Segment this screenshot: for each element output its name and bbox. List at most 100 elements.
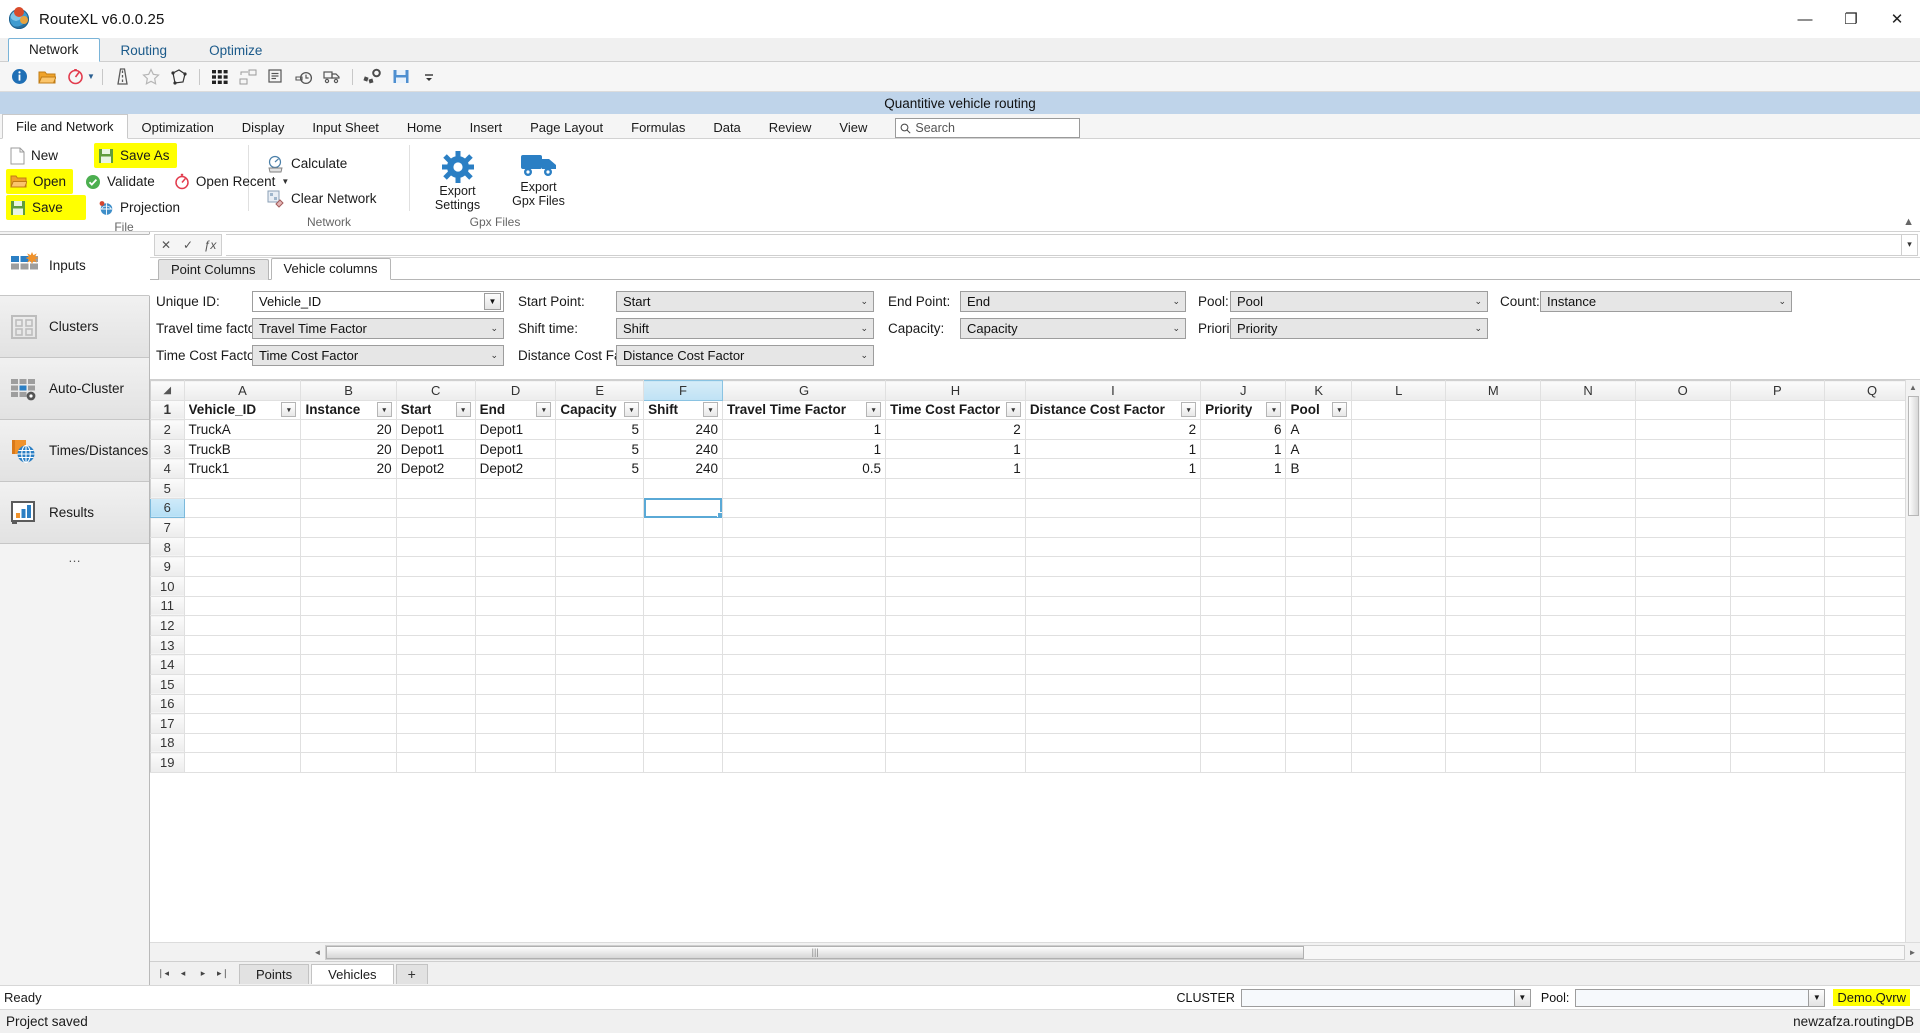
chevron-down-icon[interactable]: ⌄ bbox=[1172, 323, 1183, 334]
cell-P17[interactable] bbox=[1730, 713, 1826, 734]
cell-D1[interactable]: End ▾ bbox=[475, 400, 557, 421]
cell-M15[interactable] bbox=[1445, 674, 1542, 695]
next-sheet-icon[interactable]: ▸ bbox=[193, 968, 213, 979]
cell-N5[interactable] bbox=[1540, 478, 1636, 499]
cell-B2[interactable]: 20 bbox=[300, 419, 397, 440]
column-header-f[interactable]: F bbox=[643, 380, 723, 401]
cell-P2[interactable] bbox=[1730, 419, 1826, 440]
sidebar-item-results[interactable]: Results bbox=[0, 482, 149, 544]
cell-D5[interactable] bbox=[475, 478, 557, 499]
cell-D16[interactable] bbox=[475, 694, 557, 715]
cell-J10[interactable] bbox=[1200, 576, 1287, 597]
cell-O8[interactable] bbox=[1635, 537, 1731, 558]
cell-K16[interactable] bbox=[1285, 694, 1352, 715]
row-header-3[interactable]: 3 bbox=[150, 438, 185, 460]
cell-K5[interactable] bbox=[1285, 478, 1352, 499]
cell-B19[interactable] bbox=[300, 752, 397, 773]
cell-O19[interactable] bbox=[1635, 752, 1731, 773]
cell-C10[interactable] bbox=[396, 576, 476, 597]
main-tab-network[interactable]: Network bbox=[8, 38, 100, 62]
cell-A1[interactable]: Vehicle_ID ▾ bbox=[184, 400, 302, 421]
tab-point-columns[interactable]: Point Columns bbox=[158, 259, 269, 280]
road-icon[interactable] bbox=[110, 65, 136, 89]
chevron-down-icon[interactable]: ⌄ bbox=[1172, 296, 1183, 307]
cell-B4[interactable]: 20 bbox=[300, 458, 397, 479]
table-row[interactable]: 18 bbox=[150, 732, 1920, 754]
table-row[interactable]: 16 bbox=[150, 693, 1920, 715]
cell-M10[interactable] bbox=[1445, 576, 1542, 597]
cell-P8[interactable] bbox=[1730, 537, 1826, 558]
cell-M6[interactable] bbox=[1445, 498, 1542, 519]
cell-D14[interactable] bbox=[475, 654, 557, 675]
cell-O11[interactable] bbox=[1635, 596, 1731, 617]
cell-G13[interactable] bbox=[722, 635, 887, 656]
cell-L12[interactable] bbox=[1351, 615, 1447, 636]
cell-N12[interactable] bbox=[1540, 615, 1636, 636]
cell-G17[interactable] bbox=[722, 713, 887, 734]
cell-O6[interactable] bbox=[1635, 498, 1731, 519]
cell-D2[interactable]: Depot1 bbox=[475, 419, 557, 440]
cell-E11[interactable] bbox=[555, 596, 645, 617]
cell-G15[interactable] bbox=[722, 674, 887, 695]
unique-id-select[interactable]: Vehicle_ID ▼ bbox=[252, 291, 504, 312]
ribbon-tab-input-sheet[interactable]: Input Sheet bbox=[298, 115, 393, 139]
cell-I9[interactable] bbox=[1025, 556, 1202, 577]
cell-P19[interactable] bbox=[1730, 752, 1826, 773]
cell-O10[interactable] bbox=[1635, 576, 1731, 597]
table-row[interactable]: 11 bbox=[150, 595, 1920, 617]
cell-L1[interactable] bbox=[1351, 400, 1447, 421]
row-header-13[interactable]: 13 bbox=[150, 634, 185, 656]
cell-M4[interactable] bbox=[1445, 458, 1542, 479]
cell-I14[interactable] bbox=[1025, 654, 1202, 675]
cell-C16[interactable] bbox=[396, 694, 476, 715]
row-header-14[interactable]: 14 bbox=[150, 654, 185, 675]
cell-A18[interactable] bbox=[184, 733, 302, 754]
cell-B14[interactable] bbox=[300, 654, 397, 675]
row-header-11[interactable]: 11 bbox=[150, 595, 185, 617]
cell-F18[interactable] bbox=[643, 733, 723, 754]
cell-O12[interactable] bbox=[1635, 615, 1731, 636]
chevron-down-icon[interactable]: ⌄ bbox=[490, 323, 501, 334]
cell-J11[interactable] bbox=[1200, 596, 1287, 617]
row-header-8[interactable]: 8 bbox=[150, 536, 185, 558]
cell-B13[interactable] bbox=[300, 635, 397, 656]
filter-dropdown-icon[interactable]: ▾ bbox=[376, 402, 392, 418]
cell-D11[interactable] bbox=[475, 596, 557, 617]
formula-input[interactable] bbox=[226, 233, 1902, 256]
sidebar-item-times-distances[interactable]: Times/Distances bbox=[0, 420, 149, 482]
cell-J2[interactable]: 6 bbox=[1200, 419, 1287, 440]
new-button[interactable]: New bbox=[6, 143, 86, 168]
cell-I5[interactable] bbox=[1025, 478, 1202, 499]
prev-sheet-icon[interactable]: ◂ bbox=[173, 968, 193, 979]
cell-E6[interactable] bbox=[555, 498, 645, 519]
cell-P13[interactable] bbox=[1730, 635, 1826, 656]
cell-G14[interactable] bbox=[722, 654, 887, 675]
cell-C5[interactable] bbox=[396, 478, 476, 499]
cell-A10[interactable] bbox=[184, 576, 302, 597]
cell-A5[interactable] bbox=[184, 478, 302, 499]
cell-H5[interactable] bbox=[885, 478, 1026, 499]
cell-E10[interactable] bbox=[555, 576, 645, 597]
cell-J8[interactable] bbox=[1200, 537, 1287, 558]
cell-H2[interactable]: 2 bbox=[885, 419, 1026, 440]
cell-E5[interactable] bbox=[555, 478, 645, 499]
select-all-corner[interactable]: ◢ bbox=[150, 380, 185, 401]
save-floppy-icon[interactable] bbox=[388, 65, 414, 89]
cell-K2[interactable]: A bbox=[1285, 419, 1352, 440]
row-header-19[interactable]: 19 bbox=[150, 752, 185, 773]
cell-D3[interactable]: Depot1 bbox=[475, 439, 557, 460]
formula-cancel-icon[interactable]: ✕ bbox=[155, 235, 177, 255]
travel-time-factor-select[interactable]: Travel Time Factor ⌄ bbox=[252, 318, 504, 339]
cell-G4[interactable]: 0.5 bbox=[722, 458, 887, 479]
table-row[interactable]: 1 Vehicle_ID ▾ Instance ▾ Start ▾ End ▾ Capacity ▾… bbox=[150, 399, 1920, 421]
cell-K8[interactable] bbox=[1285, 537, 1352, 558]
cell-E14[interactable] bbox=[555, 654, 645, 675]
cell-N19[interactable] bbox=[1540, 752, 1636, 773]
cell-F7[interactable] bbox=[643, 517, 723, 538]
cell-B11[interactable] bbox=[300, 596, 397, 617]
cell-D9[interactable] bbox=[475, 556, 557, 577]
cell-I17[interactable] bbox=[1025, 713, 1202, 734]
cell-B7[interactable] bbox=[300, 517, 397, 538]
cell-H9[interactable] bbox=[885, 556, 1026, 577]
row-header-1[interactable]: 1 bbox=[150, 399, 185, 421]
